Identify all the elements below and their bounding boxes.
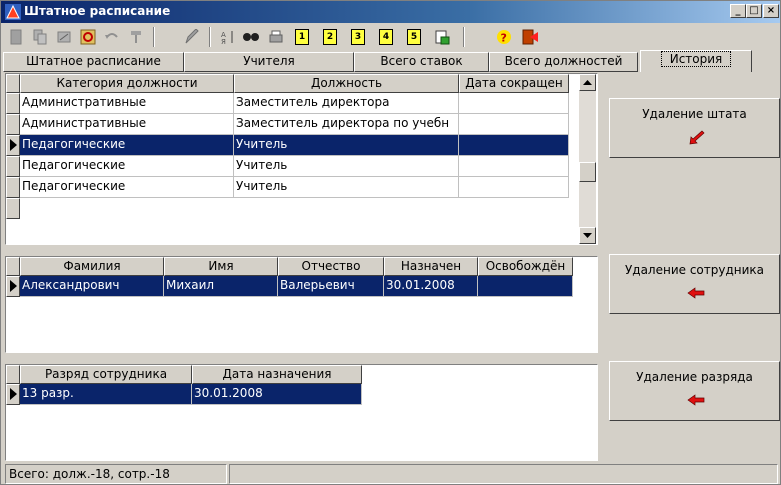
table-cell[interactable]: Заместитель директора по учебн [234, 114, 459, 135]
column-header[interactable]: Категория должности [20, 74, 234, 93]
left-arrow-icon [687, 394, 705, 406]
maximize-button[interactable]: □ [746, 4, 762, 18]
sort-icon[interactable]: AЯ [217, 26, 239, 48]
table-cell-selected[interactable]: Михаил [164, 276, 278, 297]
toolbar-separator [209, 27, 211, 47]
delete-employee-button[interactable]: Удаление сотрудника [609, 254, 780, 314]
table-cell-selected[interactable]: Валерьевич [278, 276, 384, 297]
current-row-icon [10, 388, 17, 400]
edit-tool-icon[interactable] [181, 26, 203, 48]
tab-total-rates[interactable]: Всего ставок [354, 52, 489, 72]
delete-staff-button[interactable]: Удаление штата [609, 98, 780, 158]
app-icon [5, 4, 21, 20]
exit-icon[interactable] [519, 26, 541, 48]
table-cell[interactable] [459, 177, 569, 198]
column-header[interactable]: Дата назначения [192, 365, 362, 384]
column-header[interactable]: Имя [164, 257, 278, 276]
window-title: Штатное расписание [24, 4, 171, 18]
column-header[interactable]: Фамилия [20, 257, 164, 276]
find-icon[interactable] [241, 26, 263, 48]
table-cell-selected[interactable] [478, 276, 573, 297]
table-cell[interactable]: Заместитель директора [234, 93, 459, 114]
copy-icon[interactable] [29, 26, 51, 48]
table-cell-selected[interactable]: 30.01.2008 [192, 384, 362, 405]
table-cell[interactable] [459, 93, 569, 114]
table-cell-selected[interactable]: 30.01.2008 [384, 276, 478, 297]
table-cell[interactable] [459, 114, 569, 135]
current-row-icon [10, 139, 17, 151]
page-2-icon[interactable]: 2 [319, 26, 341, 48]
page-1-icon[interactable]: 1 [291, 26, 313, 48]
export-icon[interactable] [125, 26, 147, 48]
tab-total-positions[interactable]: Всего должностей [489, 52, 638, 72]
table-cell[interactable]: Учитель [234, 177, 459, 198]
refresh-icon[interactable] [77, 26, 99, 48]
tab-history[interactable]: История [640, 50, 752, 72]
current-row-icon [10, 280, 17, 292]
status-text: Всего: долж.-18, сотр.-18 [5, 464, 227, 484]
column-header[interactable]: Освобождён [478, 257, 573, 276]
table-cell-selected[interactable]: Александрович [20, 276, 164, 297]
minimize-button[interactable]: _ [730, 4, 746, 18]
toolbar: AЯ 1 2 3 4 5 ? [1, 24, 780, 50]
column-header[interactable]: Разряд сотрудника [20, 365, 192, 384]
table-cell[interactable]: Административные [20, 93, 234, 114]
positions-grid: Категория должности Должность Дата сокра… [5, 73, 598, 245]
svg-text:Я: Я [221, 38, 226, 45]
table-cell[interactable]: Педагогические [20, 177, 234, 198]
close-button[interactable]: × [763, 4, 779, 18]
tab-staffing[interactable]: Штатное расписание [3, 52, 184, 72]
table-cell[interactable]: Учитель [234, 156, 459, 177]
column-header[interactable]: Отчество [278, 257, 384, 276]
toolbar-separator [463, 27, 465, 47]
page-5-icon[interactable]: 5 [403, 26, 425, 48]
page-3-icon[interactable]: 3 [347, 26, 369, 48]
tab-teachers[interactable]: Учителя [184, 52, 354, 72]
table-cell-selected[interactable]: Педагогические [20, 135, 234, 156]
title-bar[interactable]: Штатное расписание _ □ × [1, 1, 780, 23]
svg-text:?: ? [501, 32, 507, 45]
toolbar-separator [153, 27, 155, 47]
status-bar: Всего: долж.-18, сотр.-18 [3, 464, 780, 484]
scroll-down-button[interactable] [579, 227, 596, 244]
table-cell-selected[interactable] [459, 135, 569, 156]
grades-grid: Разряд сотрудника Дата назначения 13 раз… [5, 364, 598, 461]
undo-icon[interactable] [101, 26, 123, 48]
main-window: Штатное расписание _ □ × AЯ 1 2 3 4 5 ? … [0, 0, 781, 485]
scroll-up-button[interactable] [579, 74, 596, 91]
column-header[interactable]: Назначен [384, 257, 478, 276]
table-cell[interactable]: Педагогические [20, 156, 234, 177]
page-4-icon[interactable]: 4 [375, 26, 397, 48]
table-cell-selected[interactable]: Учитель [234, 135, 459, 156]
delete-grade-button[interactable]: Удаление разряда [609, 361, 780, 421]
edit-icon[interactable] [53, 26, 75, 48]
table-cell[interactable]: Административные [20, 114, 234, 135]
status-panel [229, 464, 778, 484]
print-icon[interactable] [265, 26, 287, 48]
report-icon[interactable] [431, 26, 453, 48]
column-header[interactable]: Дата сокращен [459, 74, 569, 93]
employees-grid: Фамилия Имя Отчество Назначен Освобождён… [5, 256, 598, 353]
tab-strip: Штатное расписание Учителя Всего ставок … [3, 50, 778, 72]
table-cell[interactable] [459, 156, 569, 177]
new-icon[interactable] [5, 26, 27, 48]
diagonal-arrow-icon [689, 130, 705, 145]
table-cell-selected[interactable]: 13 разр. [20, 384, 192, 405]
column-header[interactable]: Должность [234, 74, 459, 93]
left-arrow-icon [687, 287, 705, 299]
scroll-thumb[interactable] [579, 162, 596, 182]
help-icon[interactable]: ? [493, 26, 515, 48]
vertical-scrollbar[interactable] [579, 74, 596, 244]
